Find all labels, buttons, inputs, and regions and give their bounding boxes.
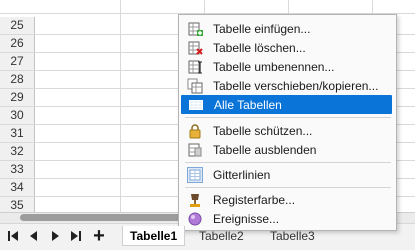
menu-separator xyxy=(185,117,391,118)
menu-item-label: Tabelle schützen... xyxy=(213,123,313,138)
row-header[interactable]: 25 xyxy=(0,17,35,34)
menu-item-move-copy-sheet[interactable]: Tabelle verschieben/kopieren... xyxy=(180,76,395,95)
row-header[interactable]: 35 xyxy=(0,197,35,212)
menu-item-label: Alle Tabellen xyxy=(214,97,282,112)
last-sheet-icon[interactable] xyxy=(67,227,85,245)
menu-item-select-all-sheets[interactable]: Alle Tabellen xyxy=(181,95,392,114)
previous-sheet-icon[interactable] xyxy=(25,227,43,245)
menu-item-gridlines[interactable]: Gitterlinien xyxy=(180,165,395,184)
menu-item-delete-sheet[interactable]: Tabelle löschen... xyxy=(180,38,395,57)
menu-item-label: Tabelle verschieben/kopieren... xyxy=(213,78,379,93)
menu-item-label: Tabelle löschen... xyxy=(213,40,306,55)
menu-item-insert-sheet[interactable]: Tabelle einfügen... xyxy=(180,19,395,38)
menu-separator xyxy=(185,162,391,163)
tab-color-icon xyxy=(187,192,203,208)
lock-icon xyxy=(187,123,203,139)
gridlines-icon xyxy=(187,166,203,183)
sheet-tab-tabelle1[interactable]: Tabelle1 xyxy=(121,226,186,246)
row-header[interactable]: 28 xyxy=(0,71,35,88)
insert-sheet-icon xyxy=(187,21,203,37)
column-divider xyxy=(120,0,121,212)
row-header[interactable]: 33 xyxy=(0,161,35,178)
row-header[interactable]: 26 xyxy=(0,35,35,52)
menu-item-protect-sheet[interactable]: Tabelle schützen... xyxy=(180,121,395,140)
menu-item-hide-sheet[interactable]: Tabelle ausblenden xyxy=(180,140,395,159)
row-header[interactable]: 34 xyxy=(0,179,35,196)
menu-item-label: Tabelle einfügen... xyxy=(213,21,311,36)
events-icon xyxy=(187,211,203,227)
select-all-sheets-icon xyxy=(188,97,204,113)
row-header[interactable]: 30 xyxy=(0,107,35,124)
row-header[interactable]: 32 xyxy=(0,143,35,160)
menu-item-tab-color[interactable]: Registerfarbe... xyxy=(180,190,395,209)
menu-item-label: Tabelle ausblenden xyxy=(213,142,317,157)
menu-item-label: Gitterlinien xyxy=(213,167,271,182)
menu-item-events[interactable]: Ereignisse... xyxy=(180,209,395,228)
move-copy-sheet-icon xyxy=(187,78,203,94)
sheet-context-menu: Tabelle einfügen... Tabelle löschen... T… xyxy=(178,14,397,231)
delete-sheet-icon xyxy=(187,40,203,56)
menu-item-label: Registerfarbe... xyxy=(213,192,296,207)
menu-item-label: Tabelle umbenennen... xyxy=(213,59,335,74)
row-header[interactable]: 27 xyxy=(0,53,35,70)
row-header[interactable]: 31 xyxy=(0,125,35,142)
next-sheet-icon[interactable] xyxy=(46,227,64,245)
rename-sheet-icon xyxy=(187,59,203,75)
hide-sheet-icon xyxy=(187,142,203,158)
row-header[interactable]: 29 xyxy=(0,89,35,106)
sheet-tab-tabelle2[interactable]: Tabelle2 xyxy=(197,229,246,243)
menu-item-label: Ereignisse... xyxy=(213,211,280,226)
menu-separator xyxy=(185,187,391,188)
sheet-tab-tabelle3[interactable]: Tabelle3 xyxy=(268,229,317,243)
first-sheet-icon[interactable] xyxy=(4,227,22,245)
add-sheet-button[interactable]: + xyxy=(90,226,108,246)
grid-row xyxy=(0,0,415,14)
menu-item-rename-sheet[interactable]: Tabelle umbenennen... xyxy=(180,57,395,76)
